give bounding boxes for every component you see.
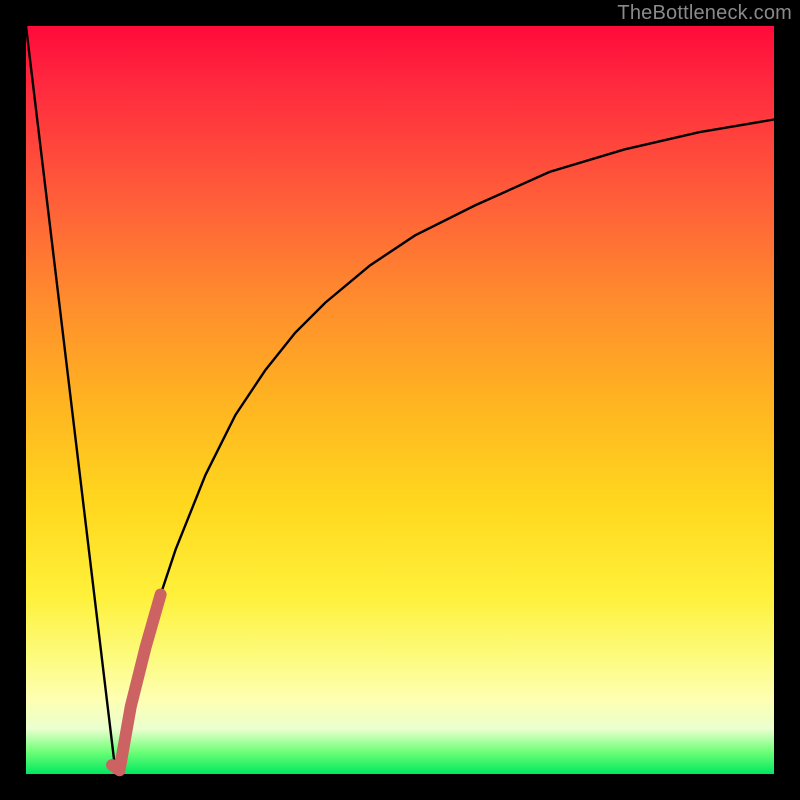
- curve-saturating: [116, 120, 774, 775]
- plot-area: [26, 26, 774, 774]
- outer-frame: TheBottleneck.com: [0, 0, 800, 800]
- curve-left-drop: [26, 26, 116, 774]
- watermark-text: TheBottleneck.com: [617, 2, 792, 25]
- chart-svg: [26, 26, 774, 774]
- curve-highlight-j: [112, 594, 161, 770]
